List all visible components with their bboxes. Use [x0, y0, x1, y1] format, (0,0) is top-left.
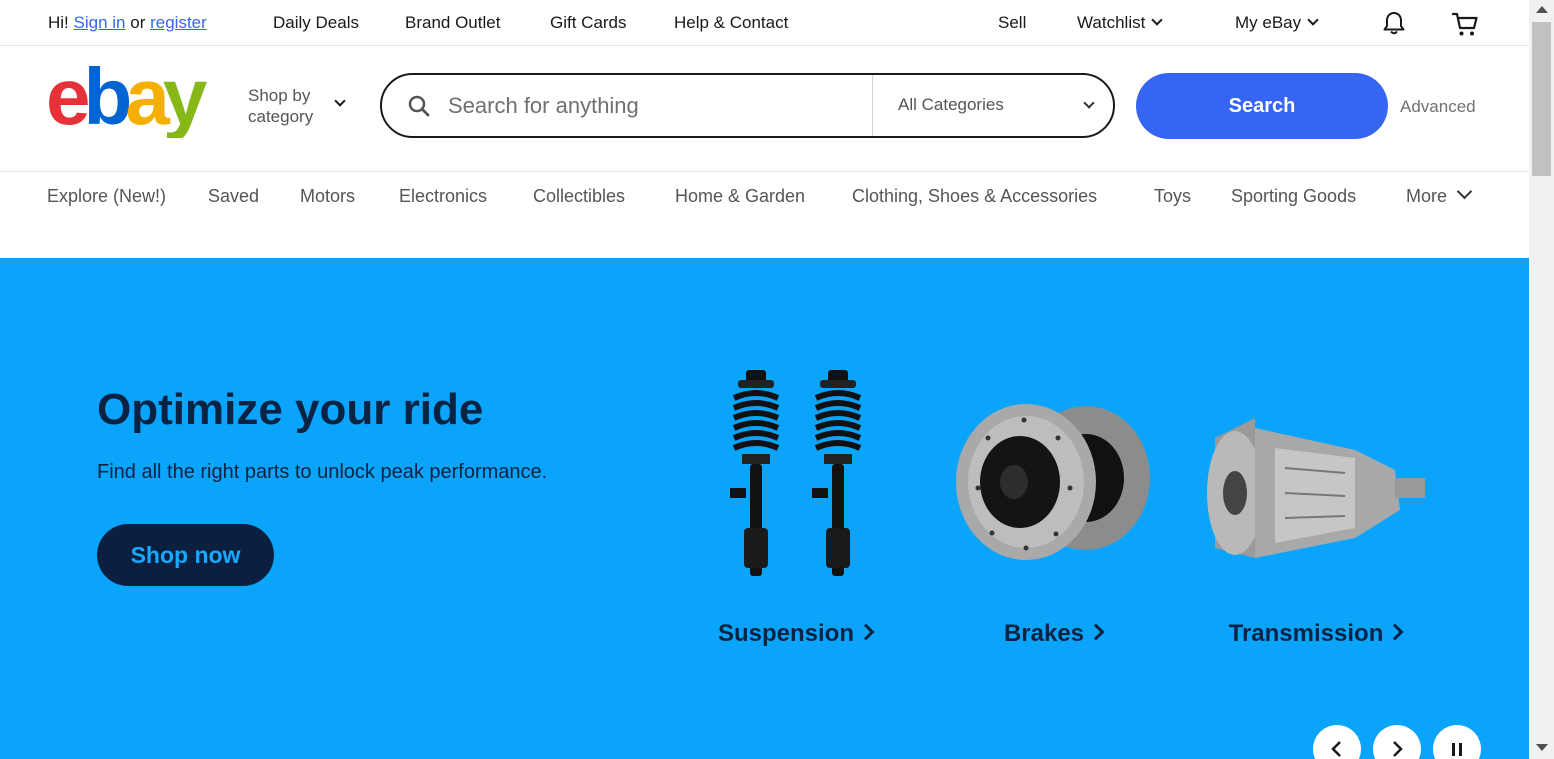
brakes-label: Brakes	[948, 620, 1158, 648]
chevron-down-icon	[1307, 14, 1319, 26]
svg-text:ebay: ebay	[46, 58, 208, 138]
top-utility-bar: Hi! Sign in or register Daily Deals Bran…	[0, 0, 1529, 46]
watchlist-label: Watchlist	[1077, 13, 1146, 32]
nav-sporting-goods[interactable]: Sporting Goods	[1231, 186, 1356, 207]
shop-now-button[interactable]: Shop now	[97, 524, 274, 586]
my-ebay-menu[interactable]: My eBay	[1235, 13, 1319, 33]
suspension-text: Suspension	[717, 620, 855, 647]
search-button[interactable]: Search	[1136, 73, 1388, 139]
next-slide-icon	[1393, 741, 1403, 757]
next-slide-button[interactable]	[1373, 725, 1421, 759]
brakes-text: Brakes	[1003, 620, 1085, 647]
nav-electronics[interactable]: Electronics	[399, 186, 487, 207]
suspension-label: Suspension	[700, 620, 890, 648]
sell-link[interactable]: Sell	[998, 13, 1026, 33]
nav-collectibles[interactable]: Collectibles	[533, 186, 625, 207]
transmission-image	[1207, 418, 1425, 558]
nav-saved[interactable]: Saved	[208, 186, 259, 207]
search-bar: All Categories	[380, 73, 1115, 138]
transmission-label: Transmission	[1195, 620, 1435, 648]
sign-in-link[interactable]: Sign in	[74, 13, 126, 32]
daily-deals-link[interactable]: Daily Deals	[273, 13, 359, 33]
greeting-text: Hi!	[48, 13, 69, 32]
category-nav: Explore (New!) Saved Motors Electronics …	[0, 172, 1529, 258]
scroll-up-icon[interactable]	[1536, 6, 1548, 13]
nav-motors[interactable]: Motors	[300, 186, 355, 207]
transmission-text: Transmission	[1228, 620, 1384, 647]
previous-slide-button[interactable]	[1313, 725, 1361, 759]
register-link[interactable]: register	[150, 13, 207, 32]
gift-cards-link[interactable]: Gift Cards	[550, 13, 627, 33]
hero-subtitle: Find all the right parts to unlock peak …	[97, 461, 548, 483]
category-select-value: All Categories	[898, 95, 1004, 114]
category-select[interactable]: All Categories	[872, 75, 1113, 136]
hero-title: Optimize your ride	[97, 385, 484, 434]
brand-outlet-link[interactable]: Brand Outlet	[405, 13, 500, 33]
main-header: ebay Shop by category All Categories Sea…	[0, 46, 1529, 172]
nav-home-garden[interactable]: Home & Garden	[675, 186, 805, 207]
chevron-down-icon	[334, 95, 346, 107]
shopping-cart-icon[interactable]	[1451, 10, 1479, 43]
advanced-search-link[interactable]: Advanced	[1400, 97, 1476, 117]
nav-toys[interactable]: Toys	[1154, 186, 1191, 207]
pause-slide-button[interactable]	[1433, 725, 1481, 759]
chevron-right-icon	[1087, 623, 1105, 641]
chevron-down-icon	[1456, 183, 1473, 200]
nav-clothing[interactable]: Clothing, Shoes & Accessories	[852, 186, 1097, 207]
ebay-logo[interactable]: ebay	[46, 52, 226, 141]
nav-more[interactable]: More	[1406, 183, 1473, 207]
chevron-right-icon	[857, 623, 875, 641]
shop-by-line1: Shop by	[248, 86, 311, 105]
brake-rotors-image	[956, 404, 1150, 560]
ebay-home-page: Hi! Sign in or register Daily Deals Bran…	[0, 0, 1529, 759]
help-contact-link[interactable]: Help & Contact	[674, 13, 788, 33]
or-text: or	[130, 13, 146, 32]
suspension-tile[interactable]: Suspension	[700, 358, 890, 648]
scroll-down-icon[interactable]	[1536, 744, 1548, 751]
shop-by-line2: category	[248, 107, 314, 126]
chevron-down-icon	[1083, 97, 1095, 109]
nav-more-label: More	[1406, 186, 1448, 206]
suspension-struts-image	[730, 358, 890, 588]
hero-banner: Optimize your ride Find all the right pa…	[0, 258, 1529, 759]
brakes-tile[interactable]: Brakes	[948, 358, 1158, 648]
page-scrollbar[interactable]	[1529, 0, 1554, 759]
my-ebay-label: My eBay	[1235, 13, 1302, 32]
scrollbar-thumb[interactable]	[1532, 22, 1551, 176]
shop-by-category-button[interactable]: Shop by category	[248, 85, 346, 127]
watchlist-menu[interactable]: Watchlist	[1077, 13, 1163, 33]
chevron-down-icon	[1151, 14, 1163, 26]
previous-slide-icon	[1331, 741, 1341, 757]
notification-bell-icon[interactable]	[1381, 10, 1407, 41]
chevron-right-icon	[1386, 623, 1404, 641]
pause-icon	[1452, 743, 1462, 756]
search-input[interactable]	[448, 89, 858, 123]
search-icon	[408, 95, 430, 117]
nav-explore[interactable]: Explore (New!)	[47, 186, 166, 207]
transmission-tile[interactable]: Transmission	[1195, 358, 1435, 648]
greeting: Hi! Sign in or register	[48, 13, 207, 33]
